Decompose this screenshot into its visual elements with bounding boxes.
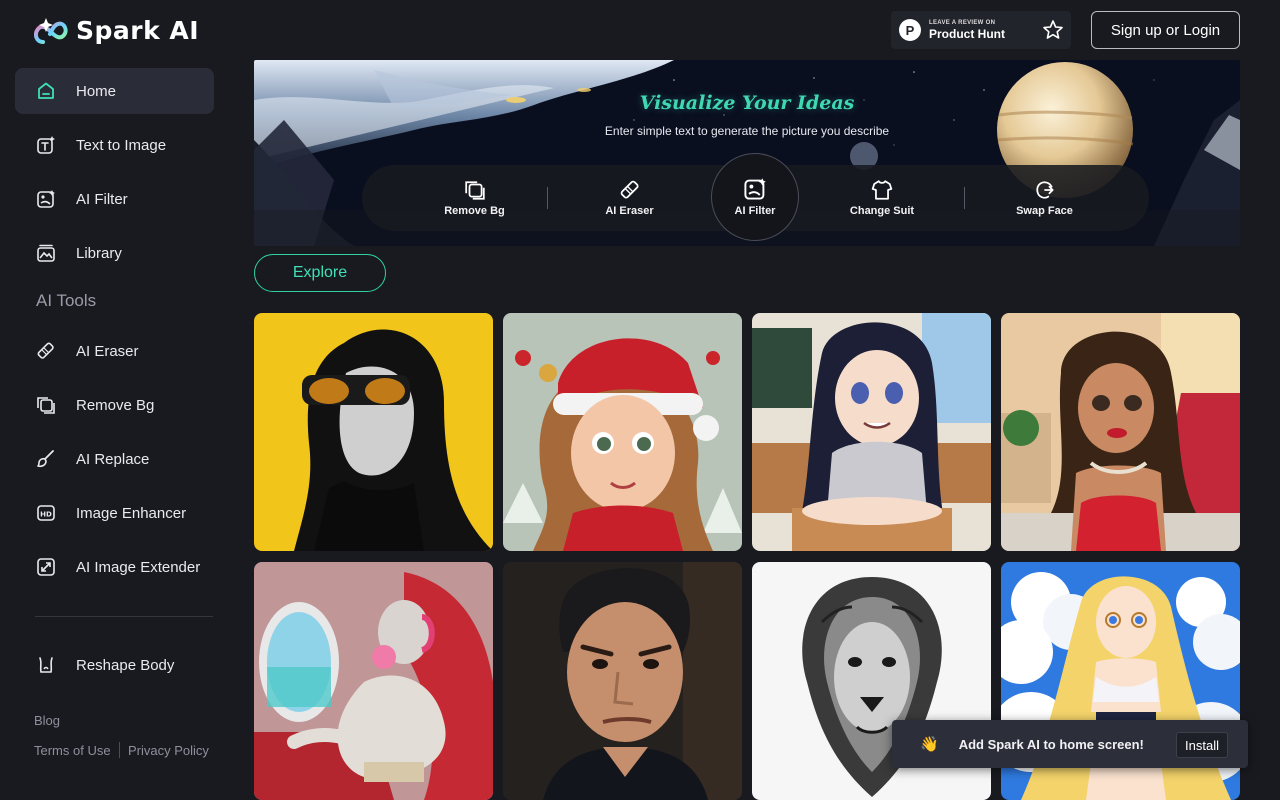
sidebar-item-ai-filter[interactable]: AI Filter [15, 176, 214, 222]
spark-logo-icon [34, 18, 68, 44]
gallery-card-statue-airplane[interactable] [254, 562, 493, 800]
sidebar-item-remove-bg[interactable]: Remove Bg [15, 382, 214, 428]
sidebar-item-label: Remove Bg [76, 396, 155, 414]
sidebar-item-ai-eraser[interactable]: AI Eraser [15, 328, 214, 374]
hero-tool-swap-face[interactable]: Swap Face [982, 165, 1107, 231]
ai-filter-icon [35, 188, 57, 210]
hero-tool-label: AI Eraser [605, 205, 654, 217]
hero-tool-label: AI Filter [734, 205, 776, 217]
hero-tool-label: Remove Bg [444, 205, 505, 217]
toast-message: Add Spark AI to home screen! [958, 736, 1144, 752]
brush-icon [35, 448, 57, 470]
sidebar-item-label: Library [76, 244, 122, 262]
gallery-image [1001, 313, 1240, 551]
gallery-card-anime-classroom[interactable] [752, 313, 991, 551]
explore-button[interactable]: Explore [254, 254, 386, 292]
home-icon [35, 80, 57, 102]
blog-link[interactable]: Blog [34, 713, 60, 728]
sidebar: Spark AI Home Text to Image AI Filter Li [0, 0, 232, 800]
hero-title: Visualize Your Ideas [639, 92, 855, 114]
sidebar-item-text-to-image[interactable]: Text to Image [15, 122, 214, 168]
sidebar-item-ai-image-extender[interactable]: AI Image Extender [15, 544, 214, 590]
swap-face-icon [1035, 181, 1054, 199]
tool-separator [964, 187, 965, 209]
sidebar-item-label: Reshape Body [76, 656, 175, 674]
hero-tool-label: Swap Face [1016, 205, 1073, 217]
sidebar-item-reshape-body[interactable]: Reshape Body [15, 642, 214, 688]
section-title-ai-tools: AI Tools [36, 291, 97, 310]
sidebar-item-label: AI Replace [76, 450, 150, 468]
sidebar-item-image-enhancer[interactable]: HD Image Enhancer [15, 490, 214, 536]
gallery-card-woman-sunglasses[interactable] [254, 313, 493, 551]
hero-tool-ai-eraser[interactable]: AI Eraser [567, 165, 692, 231]
gallery-image [503, 313, 742, 551]
waving-hand-icon: 👋 [920, 736, 939, 753]
sidebar-item-label: Home [76, 82, 117, 100]
hero-banner: Visualize Your Ideas Enter simple text t… [254, 60, 1240, 246]
hero-subtitle: Enter simple text to generate the pictur… [604, 124, 890, 138]
install-button[interactable]: Install [1176, 732, 1228, 758]
hd-icon: HD [35, 502, 57, 524]
eraser-icon [620, 180, 639, 199]
hero-tool-ai-filter[interactable]: AI Filter [711, 153, 799, 241]
gallery-card-christmas-girl[interactable] [503, 313, 742, 551]
sidebar-item-library[interactable]: Library [15, 230, 214, 276]
sidebar-divider [35, 616, 213, 617]
product-hunt-text: LEAVE A REVIEW ON Product Hunt [929, 20, 1005, 40]
text-to-image-icon [35, 134, 57, 156]
gallery-card-man-portrait[interactable] [503, 562, 742, 800]
terms-link[interactable]: Terms of Use [34, 743, 111, 758]
remove-bg-icon [464, 181, 485, 200]
gallery-image [254, 313, 493, 551]
sidebar-item-home[interactable]: Home [15, 68, 214, 114]
sidebar-item-label: Image Enhancer [76, 504, 187, 522]
gallery-image [752, 313, 991, 551]
shirt-icon [871, 180, 893, 200]
product-hunt-logo-icon: P [899, 19, 921, 41]
privacy-link[interactable]: Privacy Policy [128, 743, 209, 758]
logo[interactable]: Spark AI [34, 14, 199, 46]
product-hunt-badge[interactable]: P LEAVE A REVIEW ON Product Hunt [891, 11, 1071, 49]
product-hunt-caption: LEAVE A REVIEW ON [929, 20, 996, 26]
svg-text:HD: HD [40, 511, 52, 519]
footer-separator [119, 742, 120, 758]
hero-tool-change-suit[interactable]: Change Suit [817, 165, 947, 231]
sidebar-item-label: AI Eraser [76, 342, 139, 360]
hero-tool-label: Change Suit [849, 205, 915, 217]
sidebar-item-label: AI Filter [76, 190, 128, 208]
brand-name: Spark AI [76, 15, 200, 45]
hero-tool-remove-bg[interactable]: Remove Bg [412, 165, 537, 231]
sidebar-item-label: Text to Image [76, 136, 167, 154]
sidebar-item-label: AI Image Extender [76, 558, 201, 576]
eraser-icon [35, 340, 57, 362]
sidebar-item-ai-replace[interactable]: AI Replace [15, 436, 214, 482]
sign-up-login-button[interactable]: Sign up or Login [1091, 11, 1240, 49]
gallery-card-woman-red-dress[interactable] [1001, 313, 1240, 551]
star-icon [1043, 20, 1063, 39]
gallery-image [503, 562, 742, 800]
library-icon [35, 242, 57, 264]
gallery-image [254, 562, 493, 800]
app-root: Spark AI Home Text to Image AI Filter Li [0, 0, 1280, 800]
remove-bg-icon [35, 394, 57, 416]
expand-icon [35, 556, 57, 578]
body-icon [35, 654, 57, 676]
tool-separator [547, 187, 548, 209]
ai-filter-icon [744, 178, 766, 200]
add-to-home-toast: 👋 Add Spark AI to home screen! Install [892, 720, 1248, 768]
product-hunt-name: Product Hunt [929, 27, 1005, 41]
